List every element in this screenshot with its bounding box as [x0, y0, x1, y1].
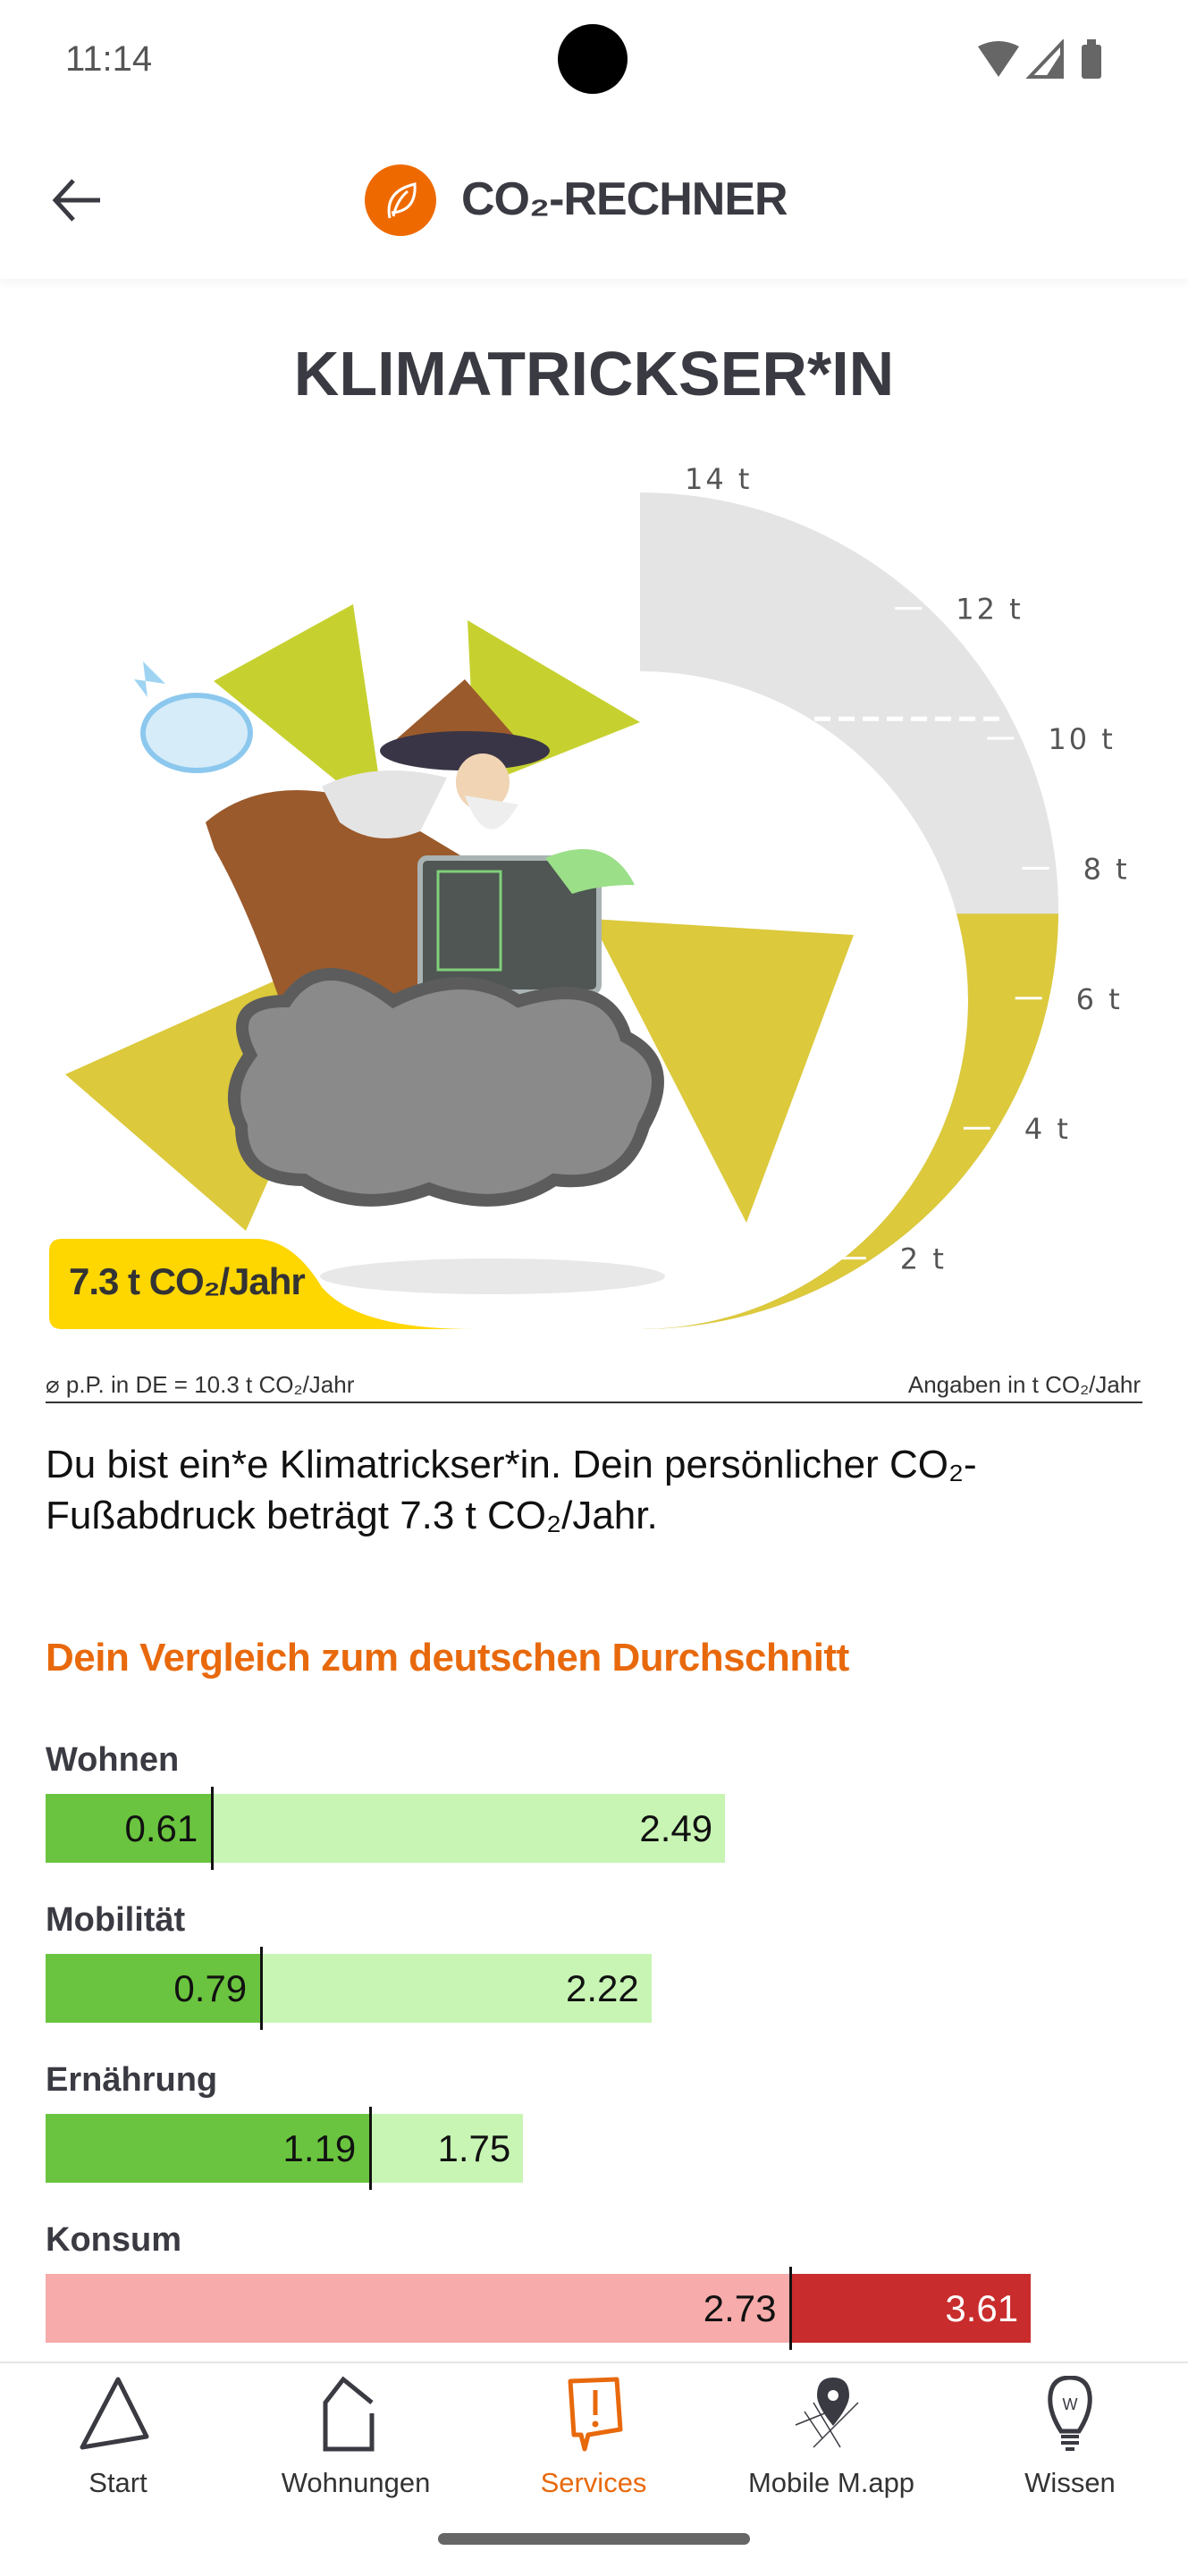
bar-marker: [369, 2107, 373, 2190]
bar-value: 1.75: [437, 2127, 511, 2169]
house-icon: [323, 2376, 375, 2452]
triangle-icon: [80, 2377, 149, 2450]
bar-label: Mobilität: [46, 1901, 186, 1939]
speech-bubble-exclamation-icon: [568, 2377, 623, 2452]
home-indicator[interactable]: [438, 2533, 750, 2545]
bar-value: 2.73: [703, 2287, 777, 2329]
unit-note: Angaben in t CO₂/Jahr: [907, 1371, 1141, 1398]
bar-marker: [789, 2267, 793, 2350]
nav-item-mobile-mapp[interactable]: Mobile M.app: [724, 2376, 939, 2519]
bar-marker: [211, 1787, 215, 1870]
bar-label: Ernährung: [46, 2061, 218, 2099]
nav-label: Mobile M.app: [747, 2467, 915, 2498]
nav-label: Wissen: [1024, 2467, 1116, 2498]
bar-label: Wohnen: [46, 1741, 180, 1779]
gauge-tick-label: 8 t: [1083, 852, 1130, 886]
bar-value: 3.61: [945, 2287, 1019, 2329]
map-pin-icon: [795, 2378, 859, 2448]
average-note: ⌀ p.P. in DE = 10.3 t CO₂/Jahr: [46, 1371, 355, 1398]
bar-value: 2.49: [639, 1807, 713, 1849]
co2-logo: [365, 164, 436, 236]
bar-label: Konsum: [46, 2221, 181, 2259]
header-title: CO₂-RECHNER: [461, 173, 788, 225]
status-time: 11:14: [65, 39, 153, 79]
lightbulb-icon: W: [1048, 2376, 1092, 2451]
nav-item-wissen[interactable]: W Wissen: [963, 2376, 1177, 2519]
arrow-left-icon: [52, 179, 100, 222]
gauge-tick-label: 12 t: [956, 593, 1023, 627]
camera-cutout: [558, 24, 628, 94]
nav-item-start[interactable]: Start: [11, 2376, 225, 2519]
bar-value: 0.61: [124, 1807, 198, 1849]
nav-label: Wohnungen: [281, 2467, 431, 2498]
result-description: Du bist ein*e Klimatrickser*in. Dein per…: [46, 1443, 977, 1537]
bar-value: 1.19: [282, 2127, 357, 2169]
gauge-tick-label: 6 t: [1076, 982, 1123, 1016]
nav-item-services[interactable]: Services: [486, 2376, 701, 2519]
bar-value: 2.22: [566, 1967, 639, 2009]
bar-marker: [260, 1947, 264, 2030]
comparison-title: Dein Vergleich zum deutschen Durchschnit…: [46, 1636, 849, 1679]
svg-text:W: W: [1063, 2395, 1078, 2413]
status-icons: [978, 39, 1101, 79]
result-title: KLIMATRICKSER*IN: [293, 339, 895, 408]
bar-value: 0.79: [173, 1967, 248, 2009]
gauge-tick-label: 2 t: [900, 1242, 947, 1276]
wifi-icon: [978, 41, 1019, 77]
back-button[interactable]: [50, 175, 104, 225]
result-badge-text: 7.3 t CO₂/Jahr: [69, 1260, 306, 1302]
wizard-illustration: [65, 604, 854, 1294]
divider: [46, 1402, 1142, 1403]
nav-item-wohnungen[interactable]: Wohnungen: [249, 2376, 463, 2519]
nav-label: Start: [88, 2467, 147, 2498]
nav-label: Services: [540, 2467, 647, 2498]
gauge-tick-label: 10 t: [1048, 722, 1115, 756]
battery-icon: [1082, 45, 1101, 79]
gauge-tick-label: 4 t: [1024, 1112, 1071, 1146]
leaf-icon: [387, 182, 417, 219]
co2-gauge-chart: 2 t 4 t 6 t 8 t 10 t 12 t 14 t: [49, 462, 1130, 1329]
gauge-tick-label: 14 t: [685, 462, 752, 496]
